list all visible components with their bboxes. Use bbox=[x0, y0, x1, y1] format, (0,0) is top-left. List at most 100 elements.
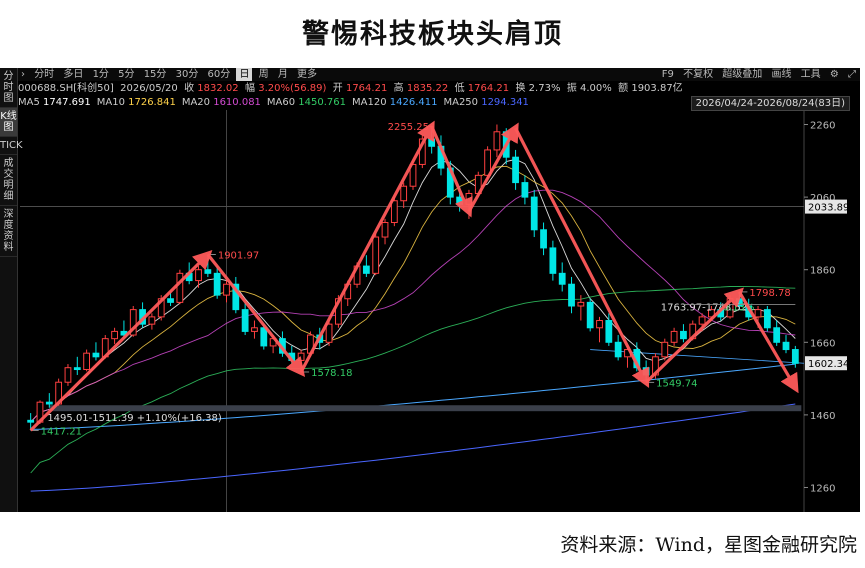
tools-button[interactable]: 工具 bbox=[801, 69, 821, 80]
ma-legend-item: MA5 1747.691 bbox=[18, 97, 91, 108]
period-60min[interactable]: 60分 bbox=[205, 68, 234, 81]
tab-depth-data[interactable]: 深度资料 bbox=[0, 206, 17, 257]
expand-icon[interactable]: ⤢ bbox=[848, 69, 856, 80]
ma-label: MA20 bbox=[181, 97, 214, 108]
ma-legend-item: MA60 1450.761 bbox=[267, 97, 346, 108]
candle-body bbox=[512, 156, 519, 184]
candle-body bbox=[251, 327, 258, 332]
pattern-arrow bbox=[206, 253, 306, 378]
amplitude-value: 4.00% bbox=[580, 83, 612, 94]
pattern-arrow bbox=[514, 127, 650, 389]
candle-body bbox=[325, 323, 333, 343]
ma-legend: MA5 1747.691 MA10 1726.841 MA20 1610.081 MA… bbox=[18, 96, 860, 111]
candle-body bbox=[670, 330, 678, 343]
candle-body bbox=[596, 320, 603, 329]
date-range-selector[interactable]: 2026/04/24-2026/08/24(83日) bbox=[690, 96, 850, 111]
candle-body bbox=[297, 352, 305, 361]
kline-chart[interactable]: 1260146016601860206022602033.891602.3414… bbox=[18, 110, 860, 512]
candle-body bbox=[428, 138, 436, 147]
draw-line-button[interactable]: 画线 bbox=[771, 69, 791, 80]
ma-label: MA250 bbox=[443, 97, 482, 108]
open-label: 开 bbox=[332, 83, 343, 94]
candle-body bbox=[83, 352, 91, 371]
candle-body bbox=[791, 349, 799, 364]
chevron-right-icon[interactable]: › bbox=[18, 68, 28, 81]
sidebar: 分时图 K线图 TICK 成交明细 深度资料 bbox=[0, 68, 23, 512]
y-tick-label: 1860 bbox=[810, 266, 835, 277]
change-value: 3.20%(56.89) bbox=[258, 83, 327, 94]
period-15min[interactable]: 15分 bbox=[141, 68, 170, 81]
overlay-button[interactable]: 超级叠加 bbox=[722, 69, 762, 80]
candle-body bbox=[614, 341, 622, 358]
candle-body bbox=[204, 269, 212, 274]
toolbar-right: F9 不复权 超级叠加 画线 工具 ⚙ ⤢ bbox=[656, 68, 856, 81]
period-1min[interactable]: 1分 bbox=[90, 68, 112, 81]
turnover-label: 换 bbox=[515, 83, 526, 94]
period-toolbar: › 分时 多日 1分 5分 15分 30分 60分 日 周 月 更多 F9 不复… bbox=[18, 68, 860, 81]
support-band bbox=[49, 405, 802, 412]
period-week[interactable]: 周 bbox=[256, 68, 272, 81]
ma-value: 1294.341 bbox=[481, 97, 529, 108]
candle-body bbox=[362, 265, 370, 274]
tab-tick[interactable]: TICK bbox=[0, 137, 23, 155]
candle-body bbox=[530, 196, 538, 231]
open-value: 1764.21 bbox=[345, 83, 388, 94]
ma-value: 1610.081 bbox=[213, 97, 261, 108]
ma-legend-item: MA20 1610.081 bbox=[182, 97, 261, 108]
candle-body bbox=[92, 352, 100, 358]
low-label: 低 bbox=[454, 83, 465, 94]
gear-icon[interactable]: ⚙ bbox=[830, 69, 839, 80]
candle-body bbox=[148, 316, 156, 325]
period-5min[interactable]: 5分 bbox=[115, 68, 137, 81]
pattern-arrow bbox=[467, 122, 519, 213]
ma-legend-item: MA120 1426.411 bbox=[352, 97, 437, 108]
candle-body bbox=[549, 247, 557, 274]
quote-info-bar: 000688.SH[科创50] 2026/05/20 收 1832.02 幅 3… bbox=[18, 82, 860, 95]
period-intraday[interactable]: 分时 bbox=[31, 68, 57, 81]
period-30min[interactable]: 30分 bbox=[173, 68, 202, 81]
turnover-value: 2.73% bbox=[528, 83, 561, 94]
close-label: 收 bbox=[184, 83, 195, 94]
candle-body bbox=[400, 185, 408, 202]
index-code: 000688.SH[科创50] bbox=[18, 83, 114, 94]
period-multiday[interactable]: 多日 bbox=[60, 68, 86, 81]
ma-legend-item: MA10 1726.841 bbox=[97, 97, 176, 108]
period-more[interactable]: 更多 bbox=[294, 68, 320, 81]
candle-body bbox=[27, 419, 35, 423]
candle-body bbox=[605, 320, 613, 343]
candle-body bbox=[465, 192, 473, 205]
candle-body bbox=[73, 367, 81, 371]
crosshair-price-label: 2033.89 bbox=[808, 203, 849, 214]
adjust-button[interactable]: 不复权 bbox=[683, 69, 713, 80]
candle-body bbox=[540, 229, 547, 249]
candle-body bbox=[390, 200, 398, 224]
f9-button[interactable]: F9 bbox=[662, 69, 674, 80]
candle-body bbox=[260, 327, 268, 347]
tab-trade-details[interactable]: 成交明细 bbox=[0, 155, 17, 206]
candle-body bbox=[213, 272, 221, 296]
pattern-arrow bbox=[29, 249, 213, 432]
support-band-label: 1495.01-1511.39 +1.10%(+16.38) bbox=[47, 413, 222, 424]
candle-body bbox=[661, 341, 669, 358]
candle-body bbox=[680, 330, 687, 340]
candle-body bbox=[241, 309, 249, 332]
y-tick-label: 1660 bbox=[810, 338, 835, 349]
candle-body bbox=[642, 367, 650, 376]
tab-intraday[interactable]: 分时图 bbox=[0, 68, 17, 108]
annotation-label: 1417.21 bbox=[41, 426, 82, 437]
period-month[interactable]: 月 bbox=[275, 68, 291, 81]
current-price-label: 1602.34 bbox=[808, 359, 849, 370]
candle-body bbox=[698, 316, 706, 325]
candle-body bbox=[493, 131, 501, 151]
price-guide-line bbox=[590, 349, 805, 364]
high-value: 1835.22 bbox=[406, 83, 449, 94]
period-day[interactable]: 日 bbox=[236, 68, 253, 81]
tab-kline[interactable]: K线图 bbox=[0, 108, 17, 137]
ma-label: MA120 bbox=[352, 97, 390, 108]
amplitude-label: 振 bbox=[566, 83, 577, 94]
low-value: 1764.21 bbox=[467, 83, 510, 94]
annotation-label: 2255.25 bbox=[388, 122, 429, 133]
ma-legend-item: MA250 1294.341 bbox=[443, 97, 528, 108]
y-tick-label: 2260 bbox=[810, 121, 835, 132]
page-title: 警惕科技板块头肩顶 bbox=[302, 19, 563, 50]
